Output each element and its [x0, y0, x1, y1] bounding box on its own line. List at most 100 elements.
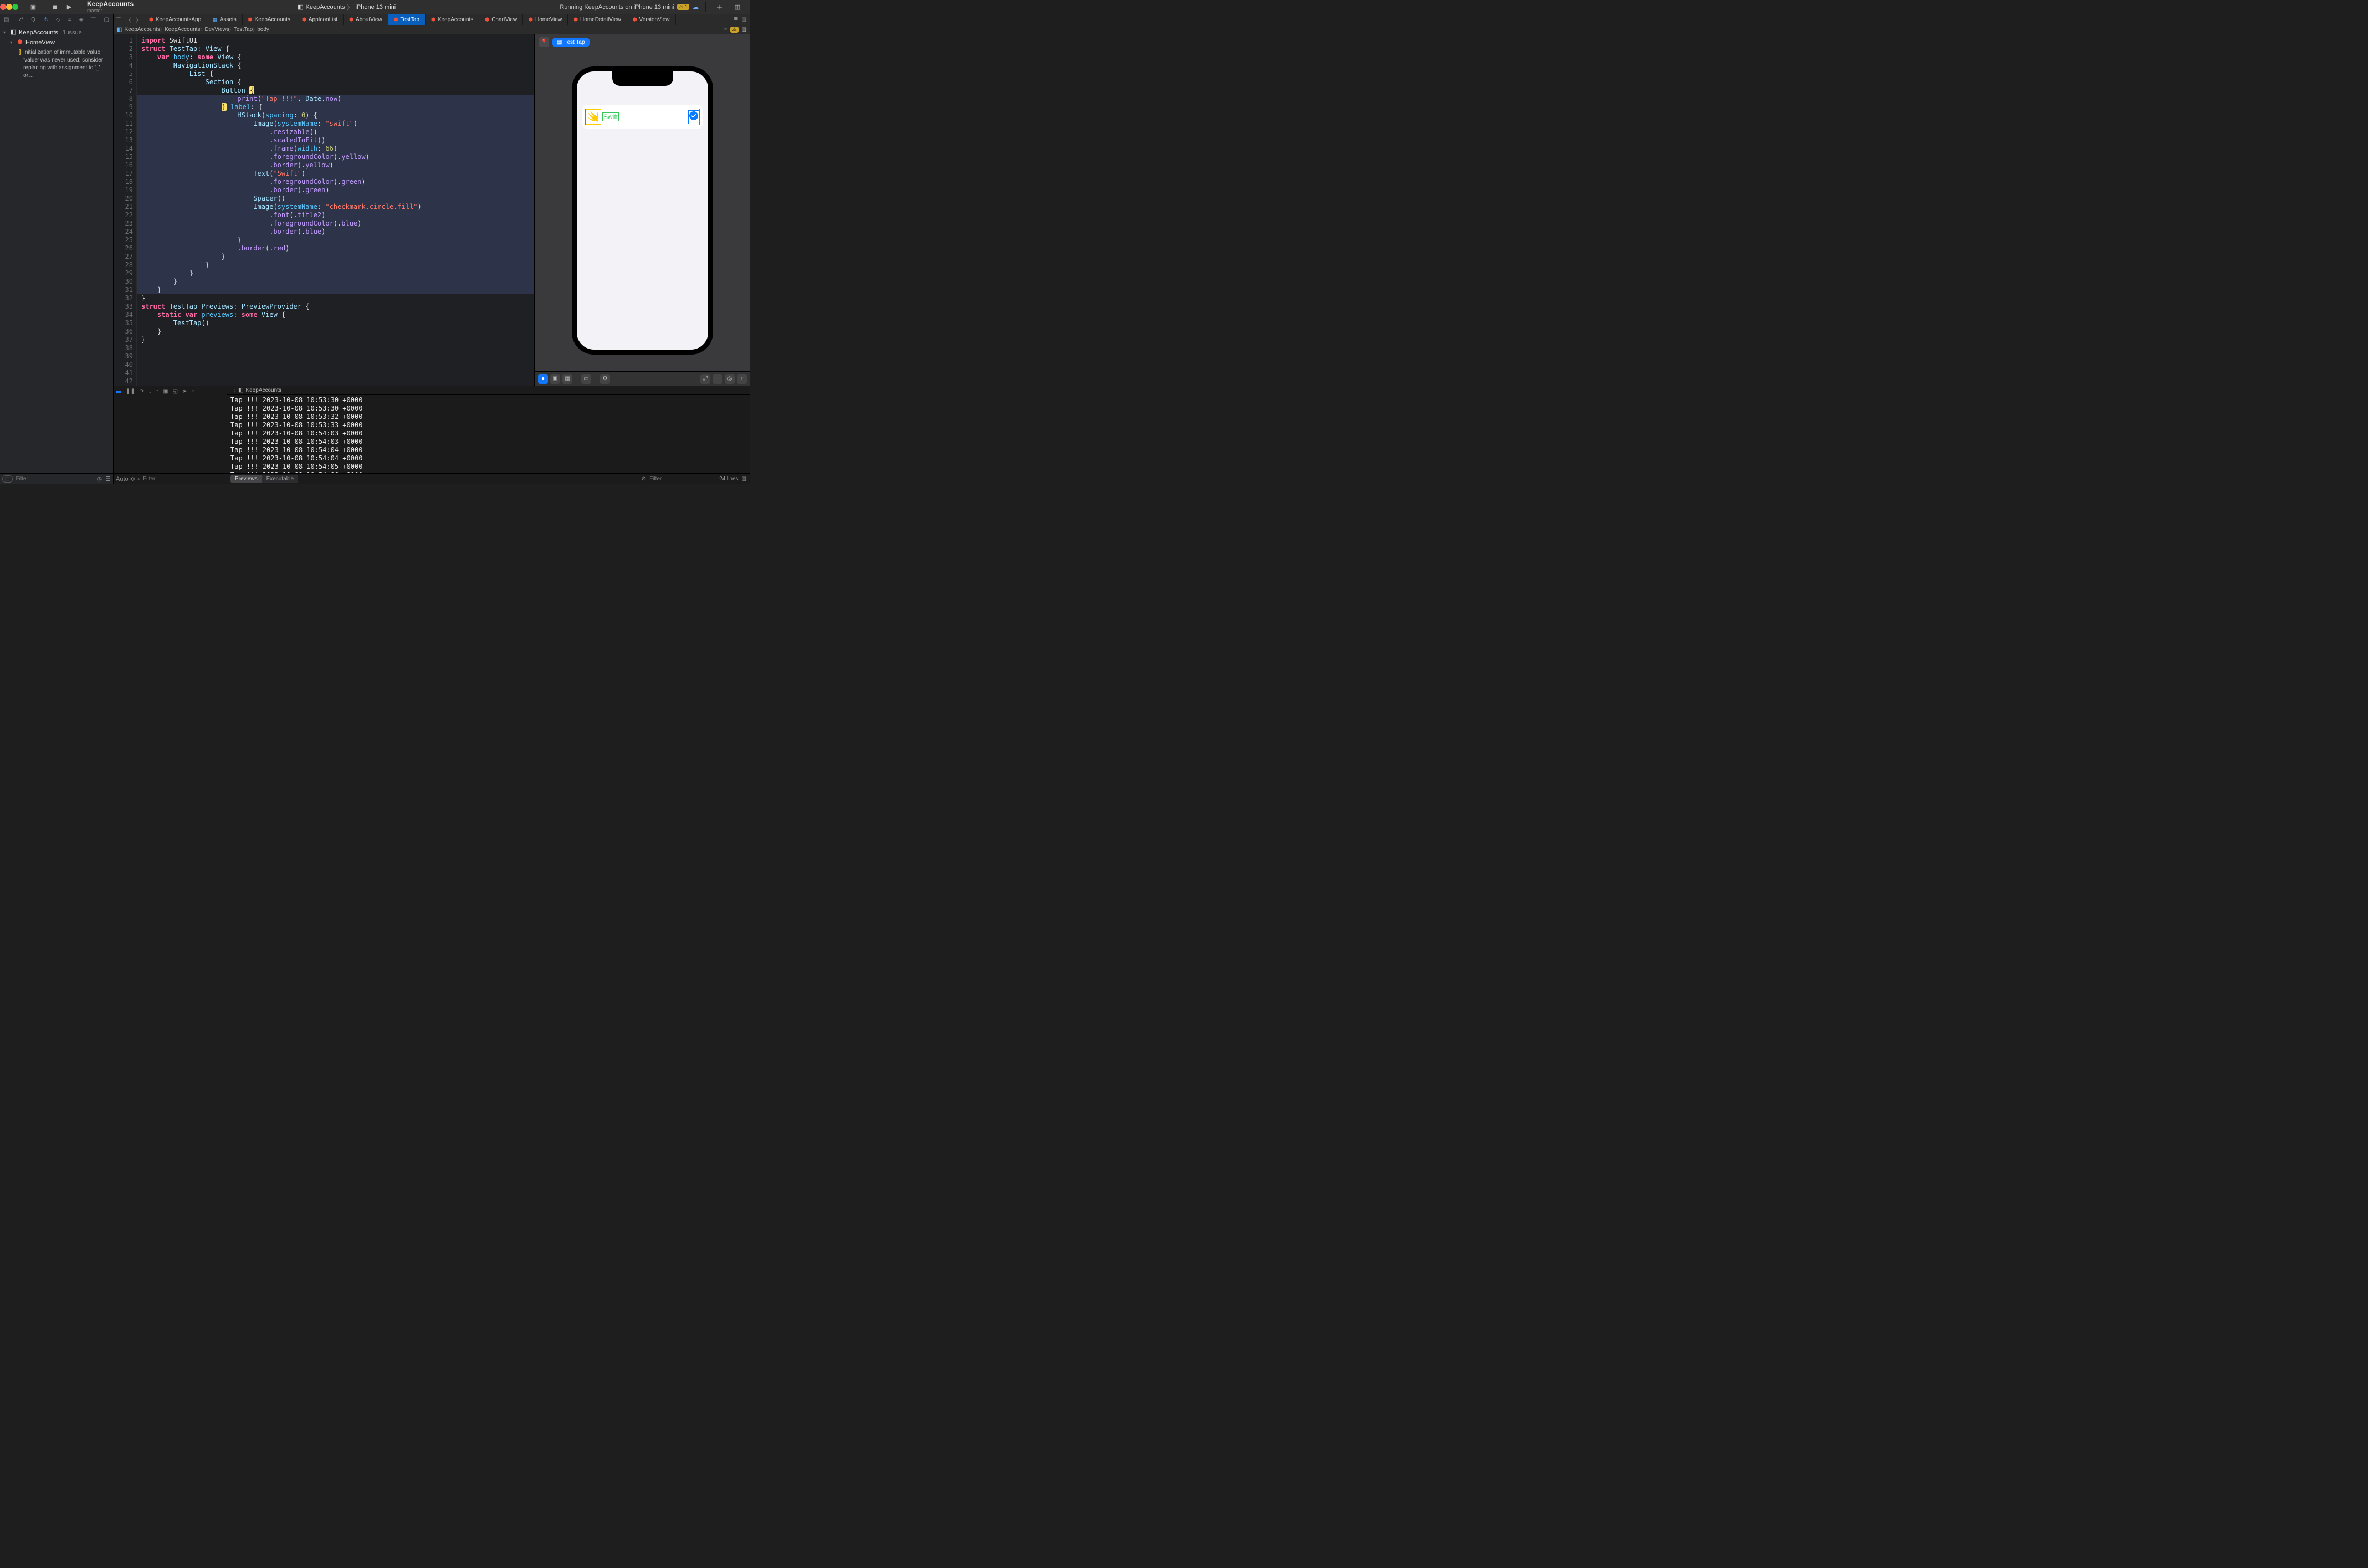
- breadcrumb-item[interactable]: KeepAccounts: [165, 27, 201, 33]
- library-button[interactable]: ▥: [732, 2, 742, 12]
- editor-options-icon[interactable]: ▥: [742, 17, 747, 23]
- filter-scope-icon[interactable]: ⬚: [2, 475, 13, 483]
- tab-testtap[interactable]: ⬢TestTap: [388, 14, 426, 25]
- debug-area: ▬ ❚❚ ↷ ↓ ↑ ▣ ◱ ➤ ≡ Auto ≎ ⌕ 〈: [114, 386, 750, 484]
- adjust-icon[interactable]: ▥: [742, 27, 747, 33]
- preview-row[interactable]: Swift: [586, 109, 699, 125]
- device-settings-button[interactable]: ▭: [581, 374, 591, 384]
- minimize-window[interactable]: [6, 4, 12, 10]
- tab-keepaccounts[interactable]: ⬢KeepAccounts: [243, 14, 296, 25]
- back-button[interactable]: 〈: [124, 14, 134, 25]
- live-button[interactable]: ●: [538, 374, 548, 384]
- tab-label: TestTap: [401, 17, 419, 23]
- assistant-icon[interactable]: ≡: [724, 27, 727, 33]
- plus-button[interactable]: ＋: [715, 2, 725, 12]
- warning-badge[interactable]: ⚠ 1: [677, 4, 689, 10]
- cloud-icon[interactable]: ☁: [693, 3, 699, 11]
- auto-label[interactable]: Auto ≎: [116, 475, 135, 483]
- tests-icon[interactable]: ◇: [56, 17, 60, 23]
- tab-keepaccounts[interactable]: ⬢KeepAccounts: [426, 14, 479, 25]
- variables-filter-input[interactable]: [143, 476, 224, 482]
- checkmark-icon: [689, 111, 699, 124]
- threads-icon[interactable]: ≡: [191, 388, 194, 394]
- debug-view-icon[interactable]: ▣: [163, 388, 168, 394]
- issue-tree[interactable]: ▾ ◧ KeepAccounts 1 issue ▾ ⬢ HomeView ! …: [0, 25, 113, 473]
- minimap-icon[interactable]: ≣: [734, 17, 738, 23]
- tab-homedetailview[interactable]: ⬢HomeDetailView: [568, 14, 627, 25]
- tab-aboutview[interactable]: ⬢AboutView: [344, 14, 388, 25]
- tab-keepaccountsapp[interactable]: ⬢KeepAccountsApp: [143, 14, 207, 25]
- swift-file-icon: ⬢: [573, 17, 578, 23]
- filter-input[interactable]: [16, 476, 94, 482]
- zoom-window[interactable]: [12, 4, 18, 10]
- console-output[interactable]: Tap !!! 2023-10-08 10:53:30 +0000 Tap !!…: [227, 395, 750, 473]
- metadata-icon[interactable]: ⊙: [642, 476, 646, 482]
- chevron-down-icon[interactable]: ▾: [3, 29, 8, 37]
- pause-icon[interactable]: ❚❚: [126, 388, 135, 394]
- breadcrumb[interactable]: ◧ KeepAccounts〉KeepAccounts〉DevViews〉Tes…: [114, 25, 750, 34]
- tab-homeview[interactable]: ⬢HomeView: [523, 14, 568, 25]
- tab-label: KeepAccounts: [255, 17, 291, 23]
- gear-icon[interactable]: ☰: [105, 475, 111, 483]
- zoom-out-button[interactable]: −: [713, 374, 722, 384]
- issue-root[interactable]: ▾ ◧ KeepAccounts 1 issue: [1, 28, 112, 38]
- breadcrumb-item[interactable]: body: [257, 27, 269, 33]
- issues-icon[interactable]: ⚠: [43, 17, 48, 23]
- stop-button[interactable]: ◼: [50, 2, 60, 12]
- memory-icon[interactable]: ◱: [173, 388, 178, 394]
- panel-toggle-icon[interactable]: ▥: [742, 476, 747, 482]
- breadcrumb-item[interactable]: KeepAccounts: [124, 27, 160, 33]
- source-control-icon[interactable]: ⎇: [17, 17, 24, 23]
- scheme-selector[interactable]: ◧ KeepAccounts 〉 iPhone 13 mini: [298, 3, 396, 12]
- project-nav-icon[interactable]: ▤: [4, 17, 9, 23]
- breadcrumb-item[interactable]: TestTap: [234, 27, 253, 33]
- debug-nav-icon[interactable]: ≡: [68, 17, 71, 23]
- sidebar-toggle-icon[interactable]: ▣: [28, 2, 38, 12]
- more-icon[interactable]: ▢: [104, 17, 109, 23]
- zoom-fit-button[interactable]: ◎: [725, 374, 735, 384]
- location-icon[interactable]: ➤: [182, 388, 187, 394]
- chevron-icon[interactable]: 〈: [230, 386, 236, 394]
- related-items-icon[interactable]: ☰: [114, 14, 124, 25]
- seg-previews[interactable]: Previews: [230, 475, 262, 483]
- step-into-icon[interactable]: ↓: [148, 388, 151, 394]
- code-body[interactable]: import SwiftUIstruct TestTap: View { var…: [137, 34, 534, 386]
- debug-toggle-icon[interactable]: ▬: [116, 388, 121, 394]
- issue-file[interactable]: ▾ ⬢ HomeView: [1, 38, 112, 48]
- project-name: KeepAccounts: [87, 1, 134, 7]
- tab-versionview[interactable]: ⬢VersionView: [627, 14, 676, 25]
- zoom-in-button[interactable]: +: [737, 374, 747, 384]
- console-filter-input[interactable]: [649, 476, 716, 482]
- app-icon: ◧: [238, 387, 243, 393]
- variants-button[interactable]: ▦: [562, 374, 572, 384]
- seg-executable[interactable]: Executable: [262, 475, 298, 483]
- console-crumb-label[interactable]: KeepAccounts: [245, 387, 281, 393]
- close-window[interactable]: [0, 4, 6, 10]
- selectable-button[interactable]: ▣: [550, 374, 560, 384]
- output-segmented[interactable]: Previews Executable: [230, 475, 298, 483]
- step-out-icon[interactable]: ↑: [156, 388, 158, 394]
- pin-preview-icon[interactable]: 📍: [539, 37, 549, 47]
- code-editor[interactable]: 1234567891011121314151617181920212223242…: [114, 34, 534, 386]
- forward-button[interactable]: 〉: [134, 14, 143, 25]
- tab-chartview[interactable]: ⬢ChartView: [479, 14, 523, 25]
- preferences-button[interactable]: ⚙: [600, 374, 610, 384]
- inline-warning-badge[interactable]: ⚠: [730, 27, 738, 33]
- zoom-actual-button[interactable]: ⤢: [700, 374, 710, 384]
- tab-assets[interactable]: ▦Assets: [207, 14, 243, 25]
- chevron-down-icon[interactable]: ▾: [10, 39, 14, 47]
- breadcrumb-item[interactable]: DevViews: [204, 27, 229, 33]
- run-button[interactable]: ▶: [64, 2, 74, 12]
- search-icon[interactable]: Q: [31, 17, 35, 23]
- swift-icon: [586, 110, 601, 124]
- navigator-tabs[interactable]: ▤ ⎇ Q ⚠ ◇ ≡ ◈ ☰ ▢: [0, 14, 113, 25]
- clock-icon[interactable]: ◷: [97, 475, 102, 483]
- issue-item[interactable]: ! Initialization of immutable value 'val…: [1, 48, 112, 81]
- navigator-sidebar: ▤ ⎇ Q ⚠ ◇ ≡ ◈ ☰ ▢ ▾ ◧ KeepAccounts 1 iss…: [0, 14, 114, 484]
- tab-appiconlist[interactable]: ⬢AppIconList: [296, 14, 344, 25]
- preview-chip[interactable]: ▦ Test Tap: [552, 38, 590, 47]
- breakpoints-icon[interactable]: ◈: [79, 17, 84, 23]
- step-over-icon[interactable]: ↷: [140, 388, 144, 394]
- reports-icon[interactable]: ☰: [91, 17, 96, 23]
- issue-message: Initialization of immutable value 'value…: [23, 49, 110, 80]
